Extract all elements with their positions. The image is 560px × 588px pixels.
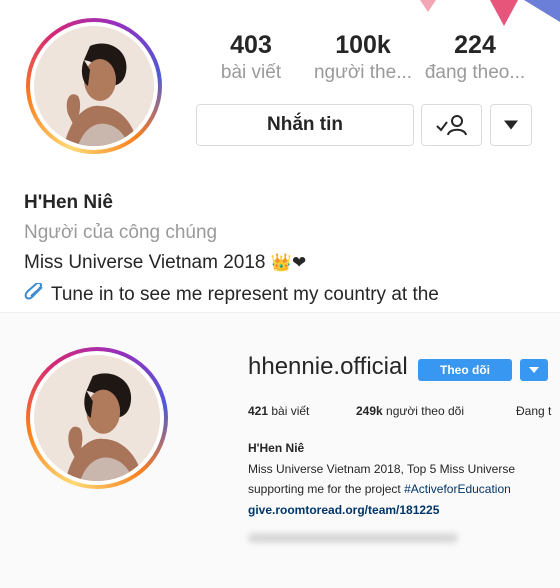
following-count: 224 <box>454 31 496 59</box>
heart-icon: ❤ <box>291 253 307 272</box>
followers-count: 100k <box>335 31 391 59</box>
bio-text-2: Tune in to see me represent my country a… <box>50 284 439 305</box>
blurred-text <box>248 533 458 543</box>
follow-button[interactable]: Theo dõi <box>418 359 512 381</box>
desktop-posts-count: 421 <box>248 404 269 418</box>
stat-followers[interactable]: 100k người the... <box>308 30 418 86</box>
more-options-button[interactable] <box>490 104 532 146</box>
follow-dropdown-button[interactable] <box>520 359 548 381</box>
desktop-profile-panel: hhennie.official Theo dõi 421 bài viết 2… <box>0 312 560 588</box>
crown-icon: 👑 <box>270 253 292 272</box>
profile-category: Người của công chúng <box>24 222 218 243</box>
mobile-profile-panel: 403 bài viết 100k người the... 224 đang … <box>0 0 560 312</box>
paperclip-icon <box>24 281 43 300</box>
posts-label: bài viết <box>220 62 282 83</box>
following-label: đang theo... <box>424 62 526 83</box>
bio-text-1: Miss Universe Vietnam 2018 <box>24 252 266 273</box>
profile-name: H'Hen Niê <box>24 192 113 213</box>
desktop-bio-line-1: Miss Universe Vietnam 2018, Top 5 Miss U… <box>248 462 515 476</box>
bio-line-2: Tune in to see me represent my country a… <box>24 281 439 306</box>
desktop-stat-following[interactable]: Đang t <box>516 404 551 418</box>
followers-label: người the... <box>313 62 413 83</box>
caret-down-icon <box>529 367 539 373</box>
message-button[interactable]: Nhắn tin <box>196 104 414 146</box>
corner-decoration <box>420 0 560 26</box>
desktop-posts-label: bài viết <box>268 404 310 418</box>
profile-username: hhennie.official <box>248 353 408 380</box>
desktop-followers-count: 249k <box>356 404 383 418</box>
stat-posts[interactable]: 403 bài viết <box>196 30 306 86</box>
desktop-stat-posts[interactable]: 421 bài viết <box>248 404 309 418</box>
desktop-followers-label: người theo dõi <box>382 404 464 418</box>
posts-count: 403 <box>230 31 272 59</box>
avatar[interactable] <box>26 18 162 154</box>
caret-down-icon <box>504 120 518 130</box>
desktop-bio-text: supporting me for the project <box>248 482 405 496</box>
desktop-profile-name: H'Hen Niê <box>248 441 305 455</box>
stat-following[interactable]: 224 đang theo... <box>420 30 530 86</box>
user-check-icon <box>435 115 467 136</box>
profile-link[interactable]: give.roomtoread.org/team/181225 <box>248 503 439 517</box>
desktop-avatar[interactable] <box>26 347 168 489</box>
desktop-bio-line-2: supporting me for the project #Activefor… <box>248 482 511 496</box>
desktop-avatar-photo <box>34 355 160 481</box>
avatar-photo <box>34 26 154 146</box>
bio-line-1: Miss Universe Vietnam 2018 👑❤ <box>24 252 306 274</box>
hashtag-link[interactable]: #ActiveforEducation <box>404 482 511 496</box>
desktop-following-label: Đang t <box>516 404 552 418</box>
desktop-stat-followers[interactable]: 249k người theo dõi <box>356 404 464 418</box>
following-button[interactable] <box>421 104 482 146</box>
